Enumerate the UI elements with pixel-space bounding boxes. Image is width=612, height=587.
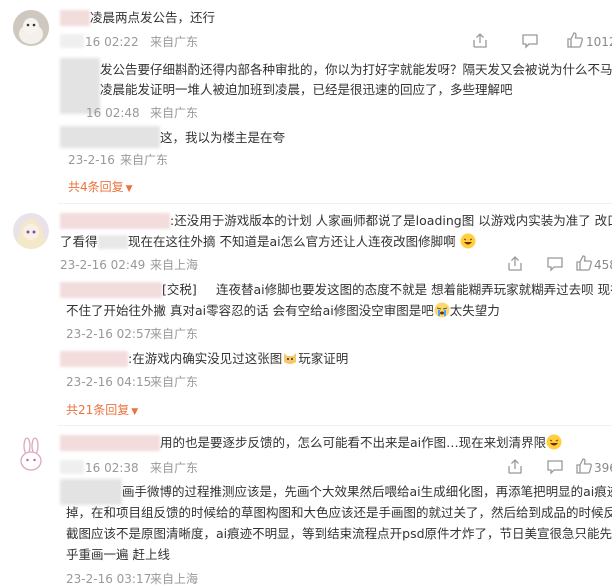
reply-text-line2-body: 不住了开始往外撇 真对ai零容忍的话 会有空给ai修图没空审图是吧 [66, 303, 434, 318]
reply-location: 来自广东 [150, 327, 199, 341]
reply-time: 23-2-16 04:15 [66, 375, 152, 389]
reply-time: 16 02:48 [86, 106, 140, 120]
comment-text-line2-prefix: 了看得 [60, 234, 98, 249]
divider [58, 203, 612, 204]
reply-text-line2: 凌晨能发证明一堆人被迫加班到凌晨，已经是很迅速的回应了，多些理解吧 [100, 82, 513, 97]
date-redacted [60, 34, 84, 48]
chevron-down-icon: ▼ [131, 407, 139, 417]
reply-avatar-redacted [60, 126, 160, 148]
reply-text-line1: 画手微博的过程推测应该是，先画个大效果然后喂给ai生成细化图，再添笔把明显的ai… [122, 484, 612, 499]
like-icon[interactable] [575, 457, 593, 475]
like-icon[interactable] [575, 254, 593, 272]
date-redacted [60, 460, 84, 474]
reply-time: 23-2-16 [68, 153, 115, 167]
like-count: 396 [594, 461, 612, 475]
sob-emoji [434, 302, 450, 318]
comment-time: 16 02:38 [85, 461, 139, 475]
reply-text-line1: 发公告要仔细斟酌还得内部各种审批的，你以为打好字就能发呀？隔天发又会被说为什么不… [100, 62, 612, 77]
comment-time: 16 02:22 [85, 35, 139, 49]
avatar[interactable] [13, 10, 49, 46]
anime-avatar-image [13, 213, 49, 249]
reply-username-redacted [60, 282, 162, 298]
comment-icon[interactable] [521, 32, 539, 50]
cat-avatar-image [13, 10, 49, 46]
comment-text-line1: :还没用于游戏版本的计划 人家画师都说了是loading图 以游戏内实装为准了 … [170, 213, 612, 228]
username-redacted [60, 213, 170, 229]
reply-text-line2: 不住了开始往外撇 真对ai零容忍的话 会有空给ai修图没空审图是吧 太失望力 [66, 301, 500, 321]
more-replies-link[interactable]: 共4条回复 ▼ [68, 179, 133, 197]
like-count: 458 [594, 258, 612, 272]
reply-time: 23-2-16 03:17 [66, 572, 152, 586]
reply-text-line4: 乎重画一遍 赶上线 [66, 547, 170, 562]
reply-text: 这，我以为楼主是在夸 [160, 130, 286, 145]
like-icon[interactable] [566, 31, 584, 49]
reply-text-line2-suffix: 太失望力 [449, 303, 500, 318]
laugh-emoji [546, 434, 562, 450]
share-icon[interactable] [506, 255, 524, 273]
reply-location: 来自广东 [150, 106, 199, 120]
chevron-down-icon: ▼ [125, 184, 133, 194]
comment-icon[interactable] [546, 255, 564, 273]
share-icon[interactable] [506, 458, 524, 476]
reply-text-line3: 截图应该不是原图清晰度，ai痕迹不明显，等到结束流程点开psd原件才炸了，节日美… [66, 526, 612, 541]
reply-username-redacted [60, 479, 122, 505]
more-replies-label: 共4条回复 [68, 180, 124, 194]
comment-text-line2: 现在在这往外摘 不知道是ai怎么官方还让人连夜改图修脚啊 [128, 232, 476, 252]
more-replies-link[interactable]: 共21条回复 ▼ [66, 402, 138, 420]
share-icon[interactable] [471, 32, 489, 50]
cat-emoji [284, 353, 297, 364]
comment-2: :还没用于游戏版本的计划 人家画师都说了是loading图 以游戏内实装为准了 … [0, 205, 612, 426]
reply-username-redacted [60, 351, 128, 367]
reply-text: :在游戏内确实没见过这张图 玩家证明 [128, 349, 348, 369]
laugh-emoji [460, 233, 476, 249]
comment-text-body: 用的也是要逐步反馈的，怎么可能看不出来是ai作图…现在来划清界限 [160, 435, 547, 450]
comment-time: 23-2-16 02:49 [60, 258, 146, 272]
comment-icon[interactable] [546, 458, 564, 476]
username-redacted [60, 435, 160, 451]
comment-text-line2-body: 现在在这往外摘 不知道是ai怎么官方还让人连夜改图修脚啊 [128, 234, 456, 249]
bunny-avatar-image [13, 437, 49, 473]
comment-text: 凌晨两点发公告，还行 [90, 10, 216, 25]
reply-text-line1: 连夜替ai修脚也要发这图的态度不就是 想着能糊弄玩家就糊弄过去呗 现在瞒 [216, 282, 612, 297]
reply-text-suffix: 玩家证明 [298, 351, 349, 366]
comment-3: 用的也是要逐步反馈的，怎么可能看不出来是ai作图…现在来划清界限 16 02:3… [0, 425, 612, 586]
comment-text: 用的也是要逐步反馈的，怎么可能看不出来是ai作图…现在来划清界限 [160, 433, 562, 453]
username-redacted [60, 10, 90, 26]
comment-location: 来自广东 [150, 35, 199, 49]
comment-1: 凌晨两点发公告，还行 16 02:22 来自广东 1012 发公告要仔细斟酌还得… [0, 0, 612, 205]
reply-text-line2: 掉，在和项目组反馈的时候给的草图构图和大色应该还是手画图的就过关了，然后给到成品… [66, 505, 612, 520]
reply-location: 来自广东 [150, 375, 199, 389]
reply-location: 来自广东 [120, 153, 169, 167]
text-redacted [98, 235, 128, 249]
avatar[interactable] [13, 213, 49, 249]
like-count: 1012 [586, 35, 612, 49]
reply-text-line1-prefix: [交税] [162, 282, 197, 297]
comment-location: 来自上海 [150, 258, 199, 272]
reply-location: 来自上海 [150, 572, 199, 586]
more-replies-label: 共21条回复 [66, 403, 130, 417]
comment-location: 来自广东 [150, 461, 199, 475]
reply-time: 23-2-16 02:57 [66, 327, 152, 341]
reply-text-body: :在游戏内确实没见过这张图 [128, 351, 283, 366]
avatar[interactable] [13, 437, 49, 473]
